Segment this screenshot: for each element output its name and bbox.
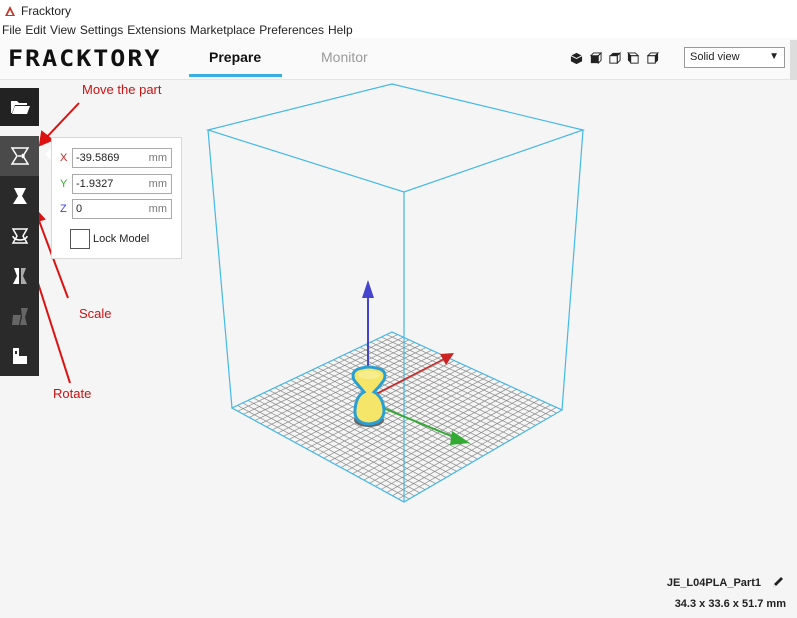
lock-model-row: Lock Model [70, 229, 149, 249]
annotation-scale: Scale [79, 306, 112, 321]
x-coordinate-row: X -39.5869 mm [60, 148, 172, 168]
x-axis-label: X [60, 152, 68, 164]
y-axis-label: Y [60, 178, 68, 190]
model-dimensions: 34.3 x 33.6 x 51.7 mm [674, 598, 786, 610]
brand-logo: FRACKTORY [8, 45, 162, 72]
move-icon [10, 147, 29, 165]
z-coordinate-row: Z 0 mm [60, 199, 172, 219]
app-logo-icon [5, 6, 15, 16]
camera-view-buttons [570, 52, 659, 65]
window-titlebar: Fracktory [0, 0, 797, 22]
x-unit: mm [148, 152, 167, 164]
open-file-button[interactable] [0, 88, 39, 126]
header-scrollbar[interactable] [790, 40, 797, 80]
active-tab-indicator [189, 74, 282, 77]
3d-model-part [351, 365, 387, 427]
scale-tool-button[interactable] [0, 176, 39, 216]
view-top-icon[interactable] [608, 52, 621, 65]
menu-extensions[interactable]: Extensions [127, 23, 186, 37]
chevron-down-icon: ▼ [769, 51, 779, 62]
build-plate-grid [231, 331, 563, 503]
view-left-icon[interactable] [627, 52, 640, 65]
support-blocker-icon [12, 348, 27, 364]
tab-monitor[interactable]: Monitor [321, 49, 368, 65]
menu-bar: File Edit View Settings Extensions Marke… [0, 22, 797, 38]
z-axis-arrow-icon [362, 280, 374, 298]
left-toolbar [0, 88, 39, 376]
rotate-tool-button[interactable] [0, 216, 39, 256]
y-coordinate-row: Y -1.9327 mm [60, 174, 172, 194]
per-model-settings-button[interactable] [0, 296, 39, 336]
menu-preferences[interactable]: Preferences [259, 23, 324, 37]
view-right-icon[interactable] [646, 52, 659, 65]
z-unit: mm [148, 203, 167, 215]
lock-model-label: Lock Model [93, 233, 150, 245]
model-name: JE_L04PLA_Part1 [666, 577, 761, 589]
view-front-icon[interactable] [589, 52, 602, 65]
menu-file[interactable]: File [2, 23, 21, 37]
z-value: 0 [76, 203, 83, 215]
scale-icon [12, 188, 27, 204]
app-header: FRACKTORY Prepare Monitor [0, 38, 797, 80]
view-mode-value: Solid view [690, 51, 740, 63]
pencil-icon[interactable] [771, 575, 785, 589]
lock-model-checkbox[interactable] [70, 229, 90, 249]
tab-prepare[interactable]: Prepare [209, 49, 261, 65]
model-settings-icon [11, 308, 28, 325]
folder-open-icon [10, 101, 30, 114]
z-axis-label: Z [60, 203, 67, 215]
y-unit: mm [148, 178, 167, 190]
move-settings-panel: X -39.5869 mm Y -1.9327 mm Z 0 mm Lock M… [51, 137, 182, 259]
annotation-move: Move the part [82, 82, 162, 97]
x-value: -39.5869 [76, 152, 120, 164]
rotate-icon [11, 228, 28, 244]
menu-settings[interactable]: Settings [80, 23, 123, 37]
annotation-rotate: Rotate [53, 386, 92, 401]
x-coordinate-input[interactable]: -39.5869 mm [72, 148, 172, 168]
menu-marketplace[interactable]: Marketplace [190, 23, 255, 37]
y-value: -1.9327 [76, 178, 114, 190]
move-tool-button[interactable] [0, 136, 39, 176]
support-blocker-button[interactable] [0, 336, 39, 376]
view-mode-select[interactable]: Solid view ▼ [684, 47, 785, 68]
z-coordinate-input[interactable]: 0 mm [72, 199, 172, 219]
menu-help[interactable]: Help [328, 23, 353, 37]
menu-view[interactable]: View [50, 23, 76, 37]
window-title: Fracktory [21, 4, 72, 18]
mirror-icon [12, 268, 27, 284]
mirror-tool-button[interactable] [0, 256, 39, 296]
view-3d-icon[interactable] [570, 52, 583, 65]
menu-edit[interactable]: Edit [25, 23, 46, 37]
y-coordinate-input[interactable]: -1.9327 mm [72, 174, 172, 194]
